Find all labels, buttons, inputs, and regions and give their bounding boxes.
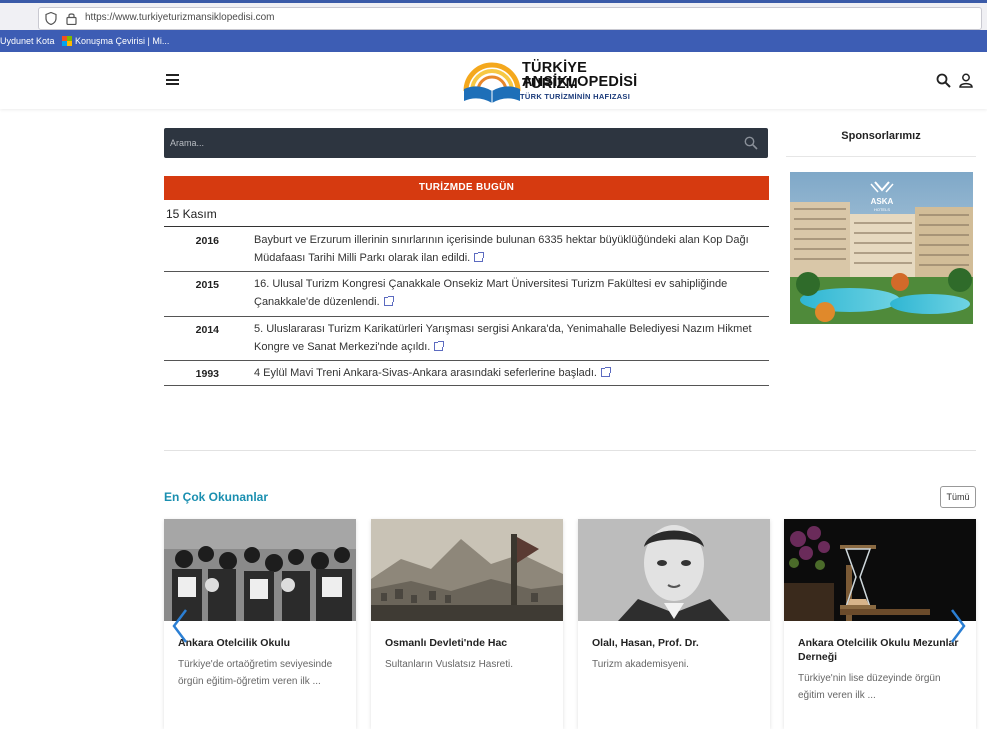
external-link-icon[interactable] — [383, 296, 394, 306]
sponsor-banner[interactable]: ASKA HOTELS — [790, 172, 973, 324]
event-row: 2015 16. Ulusal Turizm Kongresi Çanakkal… — [164, 272, 769, 317]
external-link-icon[interactable] — [474, 252, 485, 262]
card-title[interactable]: Ankara Otelcilik Okulu — [178, 636, 348, 650]
search-input[interactable] — [170, 134, 730, 152]
event-text: 5. Uluslararası Turizm Karikatürleri Yar… — [254, 323, 752, 353]
windows-icon — [62, 36, 72, 46]
bookmarks-bar: Uydunet Kota Konuşma Çevirisi | Mi... — [0, 30, 987, 52]
card-title[interactable]: Olalı, Hasan, Prof. Dr. — [592, 636, 762, 650]
event-year: 1993 — [195, 368, 219, 380]
card-image — [578, 519, 770, 621]
address-bar[interactable]: https://www.turkiyeturizmansiklopedisi.c… — [38, 7, 982, 30]
carousel-prev-arrow-icon[interactable] — [170, 608, 190, 644]
today-date: 15 Kasım — [166, 207, 217, 221]
url-text[interactable]: https://www.turkiyeturizmansiklopedisi.c… — [85, 12, 275, 23]
card-image — [784, 519, 976, 621]
event-year: 2016 — [195, 235, 219, 247]
card-title[interactable]: Ankara Otelcilik Okulu Mezunlar Derneği — [798, 636, 968, 664]
divider — [786, 156, 976, 157]
event-year: 2015 — [195, 279, 219, 291]
sponsor-brand-sub: HOTELS — [874, 207, 890, 212]
article-card[interactable]: Ankara Otelcilik Okulu Türkiye'de ortaöğ… — [164, 519, 356, 729]
event-row: 2014 5. Uluslararası Turizm Karikatürler… — [164, 317, 769, 361]
site-header: TÜRKİYE TURİZM ANSİKLOPEDİSİ TÜRK TURİZM… — [0, 52, 987, 109]
event-row: 1993 4 Eylül Mavi Treni Ankara-Sivas-Ank… — [164, 361, 769, 386]
event-year: 2014 — [195, 324, 219, 336]
logo-title-line2: ANSİKLOPEDİSİ — [522, 74, 638, 90]
bookmark-uydunet[interactable]: Uydunet Kota — [0, 36, 55, 46]
divider — [164, 450, 976, 451]
external-link-icon[interactable] — [434, 341, 445, 351]
search-bar — [164, 128, 768, 158]
shield-icon[interactable] — [45, 12, 57, 25]
article-card[interactable]: Osmanlı Devleti'nde Hac Sultanların Vusl… — [371, 519, 563, 729]
card-description: Türkiye'de ortaöğretim seviyesinde örgün… — [178, 659, 333, 687]
card-description: Türkiye'nin lise düzeyinde örgün eğitim … — [798, 673, 941, 701]
card-title[interactable]: Osmanlı Devleti'nde Hac — [385, 636, 555, 650]
bookmark-konusma-cevirisi[interactable]: Konuşma Çevirisi | Mi... — [62, 36, 169, 46]
event-text: 4 Eylül Mavi Treni Ankara-Sivas-Ankara a… — [254, 364, 759, 382]
most-read-title: En Çok Okunanlar — [164, 490, 269, 504]
external-link-icon[interactable] — [601, 367, 611, 377]
card-description: Turizm akademisyeni. — [592, 659, 689, 670]
logo-emblem — [463, 62, 521, 103]
card-image — [164, 519, 356, 621]
lock-icon[interactable] — [66, 12, 77, 25]
card-description: Sultanların Vuslatsız Hasreti. — [385, 659, 514, 670]
today-section-title: TURİZMDE BUGÜN — [164, 176, 769, 200]
menu-icon[interactable] — [166, 74, 179, 85]
browser-toolbar: https://www.turkiyeturizmansiklopedisi.c… — [0, 0, 987, 30]
event-row: 2016 Bayburt ve Erzurum illerinin sınırl… — [164, 227, 769, 272]
user-icon[interactable] — [959, 73, 973, 88]
sponsors-title: Sponsorlarımız — [841, 130, 921, 142]
sponsor-brand: ASKA — [871, 197, 894, 206]
bookmark-label: Konuşma Çevirisi | Mi... — [75, 36, 170, 46]
article-card[interactable]: Olalı, Hasan, Prof. Dr. Turizm akademisy… — [578, 519, 770, 729]
search-icon[interactable] — [936, 73, 951, 88]
logo-tagline: TÜRK TURİZMİNİN HAFIZASI — [520, 92, 631, 101]
all-button[interactable]: Tümü — [940, 486, 976, 508]
event-text: Bayburt ve Erzurum illerinin sınırlarını… — [254, 234, 749, 264]
search-icon[interactable] — [744, 136, 758, 150]
carousel-next-arrow-icon[interactable] — [948, 608, 968, 644]
event-text: 16. Ulusal Turizm Kongresi Çanakkale Ons… — [254, 278, 728, 308]
site-logo[interactable]: TÜRKİYE TURİZM ANSİKLOPEDİSİ TÜRK TURİZM… — [462, 57, 642, 105]
card-image — [371, 519, 563, 621]
